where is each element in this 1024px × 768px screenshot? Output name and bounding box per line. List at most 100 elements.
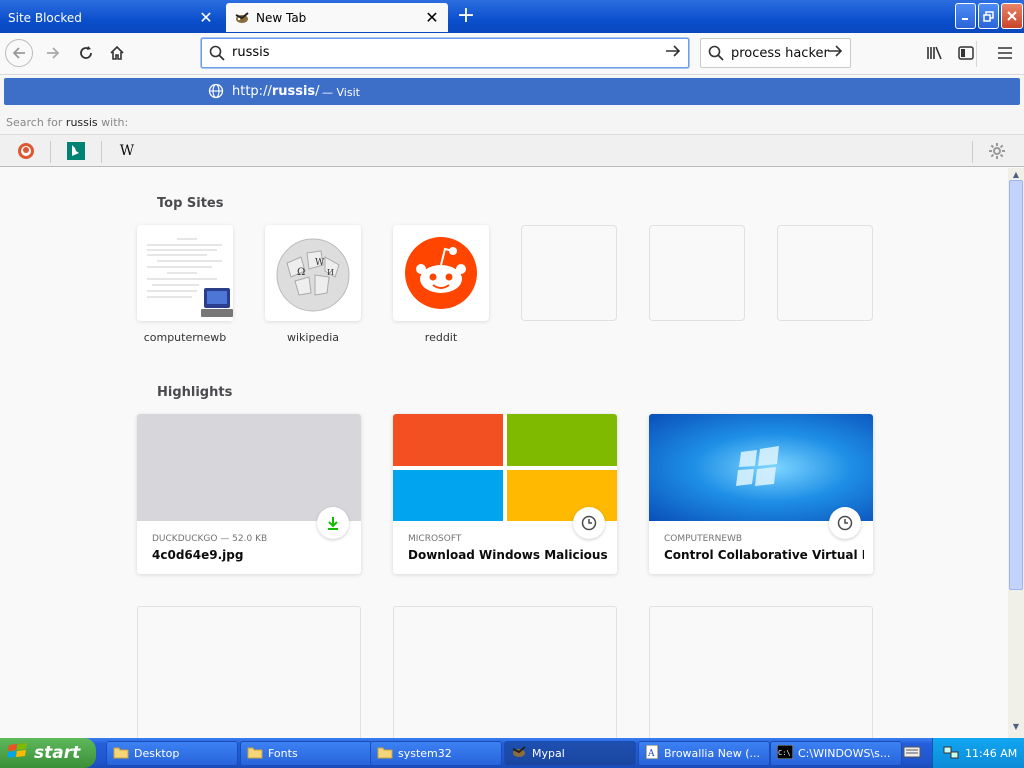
- clock-icon: [829, 507, 861, 539]
- close-window-button[interactable]: [1001, 3, 1023, 29]
- scroll-down-icon[interactable]: ▼: [1010, 722, 1022, 734]
- top-site-tile-reddit[interactable]: [393, 225, 489, 321]
- library-icon[interactable]: [921, 39, 949, 67]
- suggestion-row-visit[interactable]: http://russis/ — Visit: [4, 78, 1020, 105]
- home-button[interactable]: [103, 39, 131, 67]
- highlight-card[interactable]: COMPUTERNEWB Control Collaborative Virtu…: [649, 414, 873, 574]
- taskbar-item-mypal[interactable]: Mypal: [504, 741, 636, 766]
- folder-icon: [113, 745, 129, 762]
- svg-text:И: И: [327, 268, 334, 277]
- url-bar[interactable]: [201, 38, 689, 68]
- top-site-label: wikipedia: [286, 331, 339, 344]
- minimize-button[interactable]: [955, 3, 976, 29]
- url-input[interactable]: [232, 45, 652, 60]
- close-tab-icon[interactable]: ✕: [424, 9, 440, 26]
- highlight-title: Control Collaborative Virtual Ma...: [664, 548, 864, 562]
- search-icon: [209, 45, 225, 64]
- top-sites-title: Top Sites: [157, 196, 224, 211]
- taskbar-item-system32[interactable]: system32: [370, 741, 502, 766]
- tab-favicon-icon: [234, 11, 250, 25]
- top-site-tile-empty: [521, 225, 617, 321]
- folder-icon: [377, 745, 393, 762]
- new-tab-button[interactable]: +: [454, 5, 478, 28]
- menu-icon[interactable]: [991, 39, 1019, 67]
- highlight-meta: COMPUTERNEWB: [664, 534, 743, 544]
- globe-icon: [208, 83, 224, 102]
- highlight-placeholder: [137, 606, 361, 738]
- forward-button[interactable]: [39, 39, 67, 67]
- folder-icon: [247, 745, 263, 762]
- duckduckgo-icon[interactable]: [15, 141, 37, 161]
- top-site-label: computernewb: [143, 331, 227, 344]
- go-arrow-icon[interactable]: [664, 42, 682, 65]
- keyboard-icon[interactable]: [903, 745, 921, 762]
- clock-icon: [573, 507, 605, 539]
- new-tab-page: Top Sites computernewb Ω W И wikipedia r…: [0, 168, 1008, 738]
- scrollbar-thumb[interactable]: [1009, 180, 1023, 590]
- wikipedia-icon[interactable]: W: [116, 141, 138, 161]
- tab-new-tab[interactable]: New Tab ✕: [226, 3, 448, 32]
- one-off-search-engines: W: [0, 134, 1024, 166]
- highlight-title: 4c0d64e9.jpg: [152, 548, 244, 562]
- highlight-meta: DUCKDUCKGO — 52.0 KB: [152, 534, 268, 544]
- highlight-title: Download Windows Malicious So...: [408, 548, 608, 562]
- top-site-tile-wikipedia[interactable]: Ω W И: [265, 225, 361, 321]
- taskbar-item-browallia[interactable]: A Browallia New (...: [638, 741, 770, 766]
- back-button[interactable]: [5, 39, 33, 67]
- site-thumbnail-icon: [137, 225, 233, 321]
- search-for-label: Search for russis with:: [6, 116, 129, 129]
- navigation-toolbar: process hacker: [0, 33, 1024, 75]
- bing-icon[interactable]: [65, 141, 87, 161]
- taskbar-item-fonts[interactable]: Fonts: [240, 741, 372, 766]
- font-file-icon: A: [645, 744, 659, 762]
- close-tab-icon[interactable]: ✕: [198, 9, 214, 26]
- highlight-card[interactable]: MICROSOFT Download Windows Malicious So.…: [393, 414, 617, 574]
- taskbar-item-cmd[interactable]: C:\ C:\WINDOWS\s...: [770, 741, 902, 766]
- svg-text:A: A: [647, 749, 655, 759]
- tab-strip: Site Blocked ✕ New Tab ✕ +: [0, 0, 1024, 33]
- go-arrow-icon[interactable]: [826, 42, 844, 65]
- wikipedia-globe-icon: Ω W И: [276, 238, 350, 312]
- highlight-meta: MICROSOFT: [408, 534, 462, 544]
- top-site-tile-empty: [777, 225, 873, 321]
- highlight-card[interactable]: DUCKDUCKGO — 52.0 KB 4c0d64e9.jpg: [137, 414, 361, 574]
- console-icon: C:\: [776, 744, 794, 762]
- mypal-icon: [511, 745, 527, 762]
- network-icon[interactable]: [943, 746, 959, 760]
- highlight-thumbnail: [137, 414, 361, 521]
- engine-divider: [50, 141, 51, 163]
- top-site-label: reddit: [424, 331, 458, 344]
- start-button[interactable]: start: [0, 738, 96, 768]
- tab-label: New Tab: [256, 10, 307, 25]
- search-icon: [708, 45, 724, 64]
- reddit-icon: [405, 237, 477, 309]
- svg-text:C:\: C:\: [778, 749, 791, 757]
- svg-text:W: W: [315, 258, 325, 268]
- clock[interactable]: 11:46 AM: [965, 747, 1017, 760]
- gear-icon[interactable]: [988, 142, 1006, 165]
- highlight-placeholder: [649, 606, 873, 738]
- url-autocomplete-popup: http://russis/ — Visit Search for russis…: [0, 76, 1024, 167]
- windows-wallpaper-thumbnail: [649, 414, 873, 521]
- suggestion-action: — Visit: [322, 86, 360, 99]
- windows-logo-icon: [7, 742, 28, 765]
- engine-divider: [972, 141, 973, 163]
- tab-site-blocked[interactable]: Site Blocked ✕: [0, 3, 222, 32]
- system-tray: 11:46 AM: [932, 738, 1024, 768]
- tab-label: Site Blocked: [8, 10, 82, 25]
- toolbar-divider: [976, 41, 977, 67]
- taskbar: start Desktop Fonts system32 Mypal A Bro…: [0, 738, 1024, 768]
- engine-divider: [101, 141, 102, 163]
- vertical-scrollbar[interactable]: ▲ ▼: [1008, 168, 1024, 738]
- highlight-placeholder: [393, 606, 617, 738]
- microsoft-logo-thumbnail: [393, 414, 617, 521]
- start-label: start: [34, 743, 81, 763]
- highlights-title: Highlights: [157, 385, 233, 400]
- search-bar[interactable]: process hacker: [700, 38, 851, 68]
- download-icon: [317, 507, 349, 539]
- taskbar-item-desktop[interactable]: Desktop: [106, 741, 238, 766]
- reload-button[interactable]: [72, 39, 100, 67]
- search-input[interactable]: process hacker: [731, 46, 829, 61]
- restore-button[interactable]: [978, 3, 999, 29]
- top-site-tile-computernewb[interactable]: [137, 225, 233, 321]
